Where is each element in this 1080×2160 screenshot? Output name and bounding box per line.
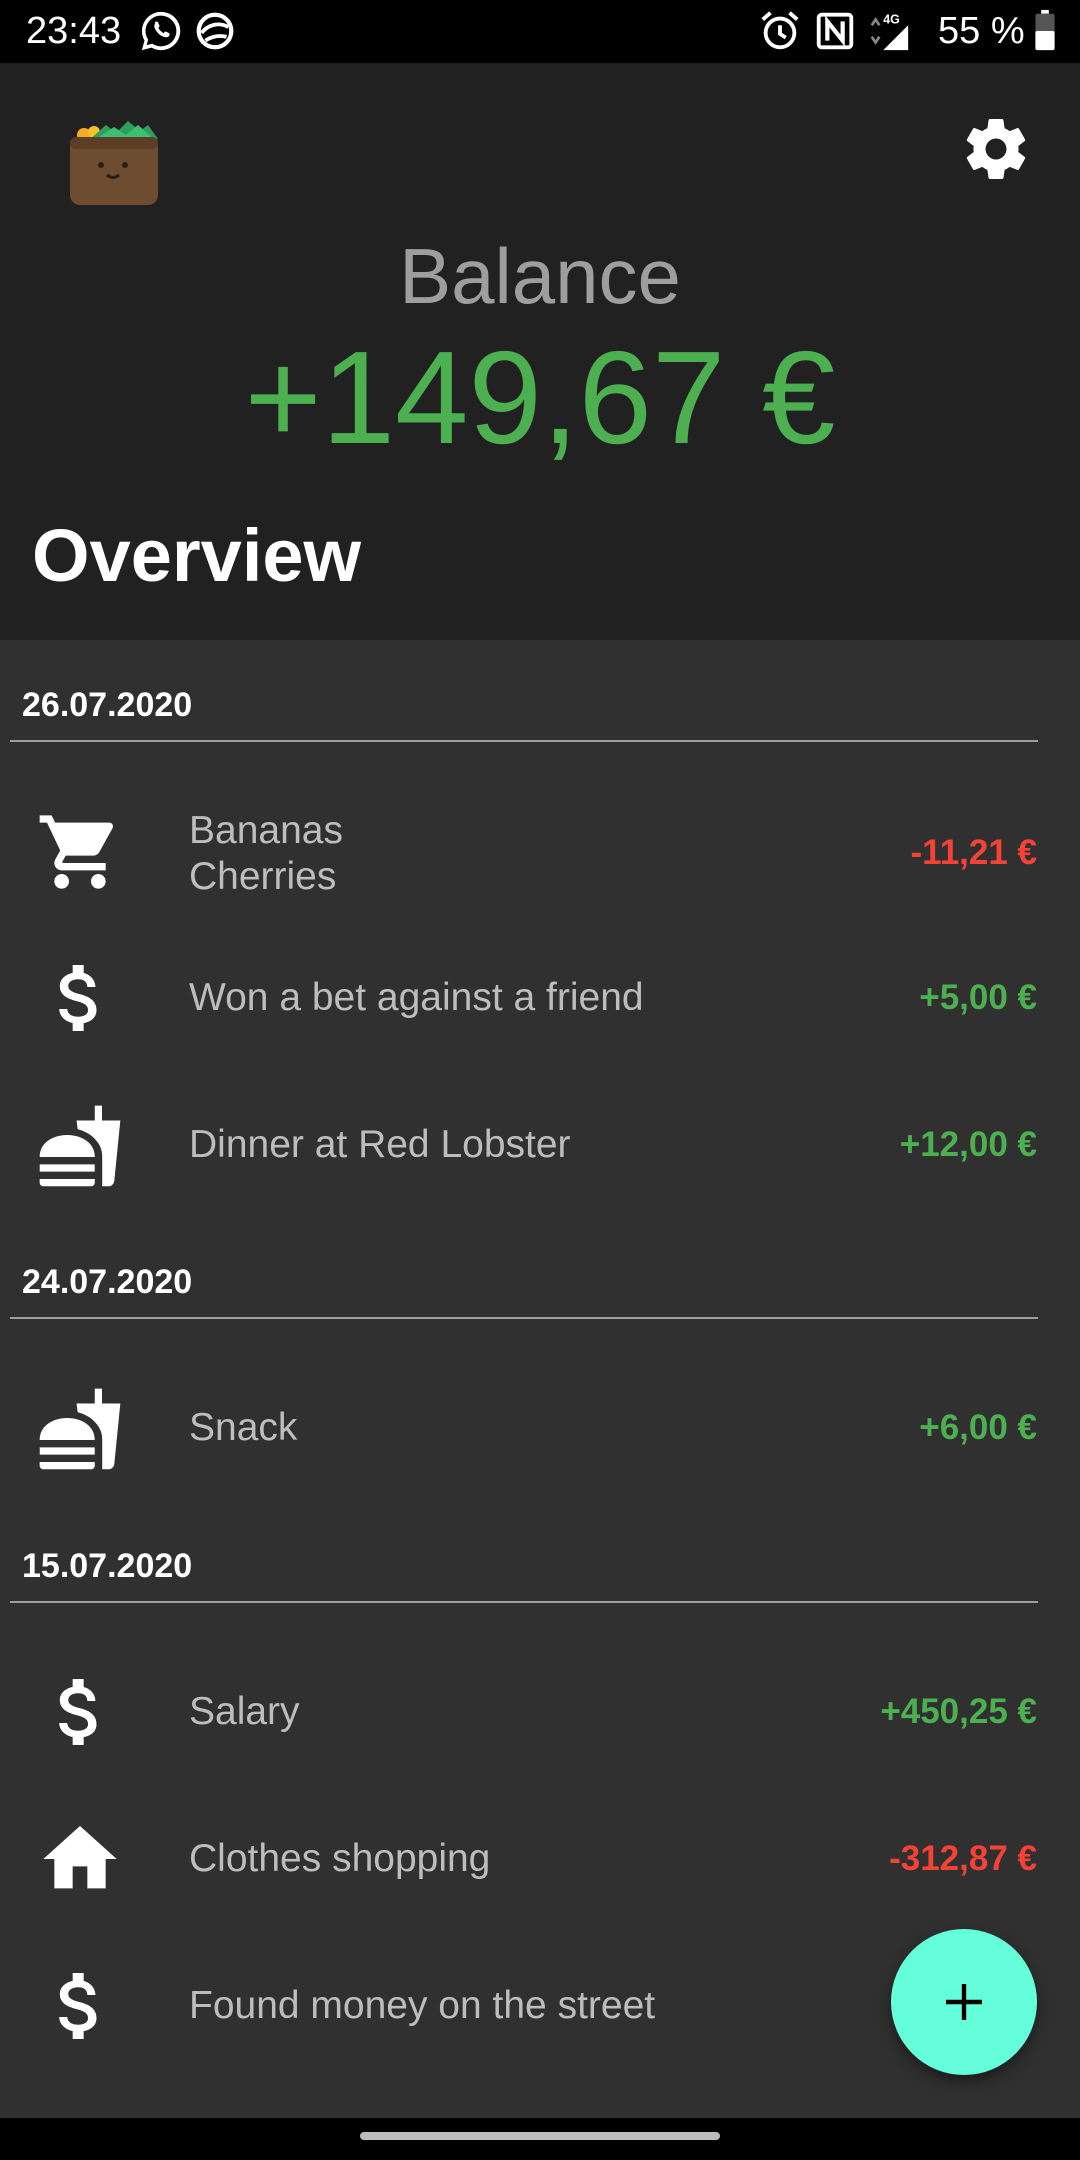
plus-icon: [946, 1984, 982, 2020]
add-transaction-button[interactable]: [891, 1929, 1037, 2075]
transaction-description: Salary: [189, 1690, 300, 1733]
dollar-icon: [59, 1973, 97, 2039]
fastfood-icon: [39, 1388, 121, 1470]
transaction-description: Won a bet against a friend: [189, 976, 644, 1019]
date-header: 15.07.2020: [10, 1541, 1038, 1603]
transaction-amount: -11,21 €: [910, 833, 1038, 872]
date-header: 24.07.2020: [10, 1257, 1038, 1319]
home-icon: [43, 1826, 117, 1889]
transaction-amount: +6,00 €: [919, 1408, 1037, 1447]
dollar-icon: [59, 1679, 97, 1745]
shopping-cart-icon: [39, 815, 114, 889]
whatsapp-icon: [141, 11, 181, 51]
transaction-amount: +5,00 €: [919, 978, 1037, 1017]
nfc-icon: [816, 12, 854, 50]
transaction-row[interactable]: Dinner at Red Lobster +12,00 €: [0, 1072, 1080, 1219]
date-text: 15.07.2020: [22, 1547, 193, 1585]
transaction-description: Snack: [189, 1406, 298, 1449]
transaction-line: Bananas: [189, 809, 343, 852]
transaction-description: Dinner at Red Lobster: [189, 1123, 571, 1166]
home-gesture-handle[interactable]: [360, 2132, 720, 2140]
battery-icon: [1035, 9, 1055, 51]
signal-4g-icon: 4G: [870, 12, 909, 51]
overview-title: Overview: [32, 514, 362, 597]
transaction-row[interactable]: Won a bet against a friend +5,00 €: [0, 925, 1080, 1072]
status-time: 23:43: [26, 10, 122, 52]
gear-icon[interactable]: [960, 113, 1032, 185]
balance-header: Balance +149,67 € Overview: [0, 63, 1080, 640]
svg-text:4G: 4G: [883, 12, 900, 26]
wallet-icon: [70, 121, 158, 205]
transaction-amount: +12,00 €: [899, 1125, 1037, 1164]
transaction-description: Clothes shopping: [189, 1837, 491, 1880]
navigation-bar: [0, 2118, 1080, 2160]
date-header: 26.07.2020: [10, 680, 1038, 742]
balance-value: +149,67 €: [244, 324, 836, 471]
transaction-line: Cherries: [189, 855, 337, 898]
transaction-row[interactable]: Salary +450,25 €: [0, 1639, 1080, 1786]
date-text: 24.07.2020: [22, 1263, 193, 1301]
balance-label: Balance: [399, 232, 681, 320]
date-text: 26.07.2020: [22, 686, 193, 724]
alarm-icon: [761, 11, 799, 50]
battery-percent: 55 %: [938, 10, 1025, 52]
transaction-description: Bananas Cherries: [189, 808, 343, 900]
transaction-description: Found money on the street: [189, 1984, 656, 2027]
transaction-amount: +450,25 €: [880, 1692, 1037, 1731]
status-bar: 23:43 4G 55 %: [0, 0, 1080, 63]
fastfood-icon: [39, 1105, 121, 1187]
transaction-amount: -312,87 €: [889, 1839, 1037, 1878]
transaction-row[interactable]: Clothes shopping -312,87 €: [0, 1786, 1080, 1933]
transaction-row[interactable]: Snack +6,00 €: [0, 1355, 1080, 1502]
dollar-icon: [59, 965, 97, 1031]
chat-icon: [196, 12, 234, 50]
transaction-row[interactable]: Bananas Cherries -11,21 €: [0, 778, 1080, 925]
